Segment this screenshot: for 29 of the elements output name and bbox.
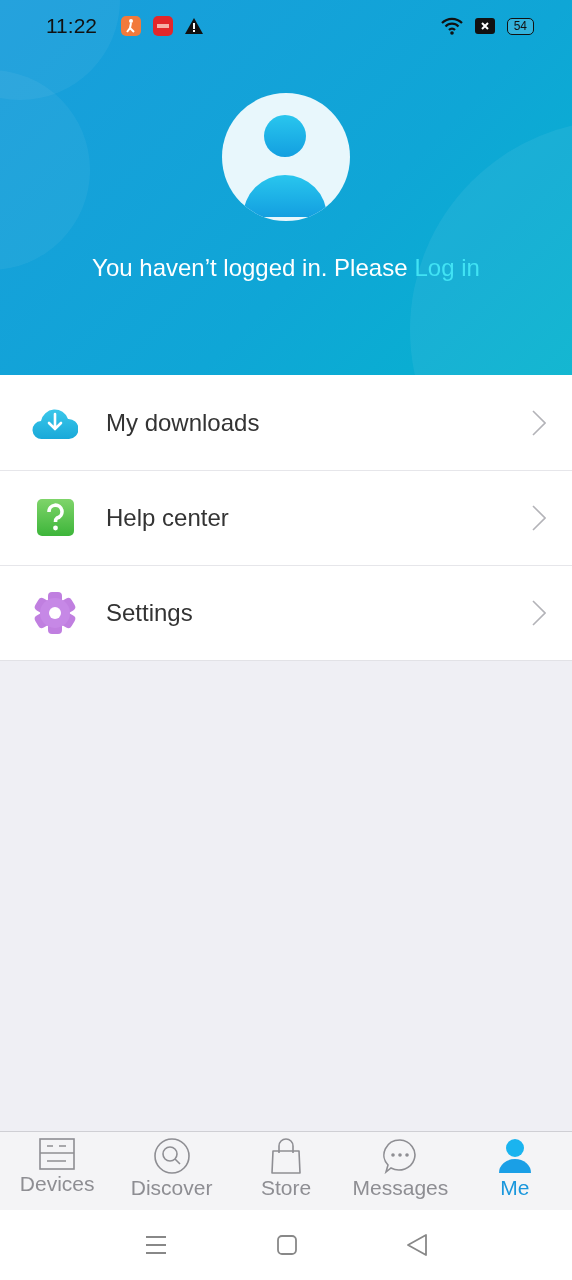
chat-bubble-icon: [382, 1138, 419, 1174]
battery-level: 54: [506, 17, 534, 35]
shopping-bag-icon: [270, 1138, 302, 1174]
gear-icon: [32, 592, 78, 634]
app-notification-icon: [153, 16, 173, 36]
warning-icon: [185, 18, 203, 34]
home-icon[interactable]: [277, 1235, 297, 1255]
person-icon: [497, 1138, 532, 1174]
back-icon[interactable]: [407, 1234, 427, 1256]
tab[interactable]: Messages: [343, 1132, 458, 1210]
tab[interactable]: Me: [457, 1132, 572, 1210]
search-icon: [153, 1138, 190, 1174]
status-time: 11:22: [46, 14, 97, 38]
menu-item[interactable]: My downloads: [0, 375, 572, 470]
wifi-icon: [440, 17, 463, 35]
tab[interactable]: Discover: [114, 1132, 229, 1210]
menu-item[interactable]: Help center: [0, 470, 572, 565]
avatar-icon: [221, 92, 351, 222]
tab[interactable]: Store: [228, 1132, 344, 1210]
tab[interactable]: Devices: [0, 1132, 115, 1210]
chevron-right-icon: [532, 409, 546, 436]
menu-icon[interactable]: [145, 1235, 167, 1255]
cabinet-icon: [39, 1138, 76, 1170]
no-sim-icon: [474, 18, 495, 34]
chevron-right-icon: [532, 600, 546, 626]
login-prompt: You haven’t logged in. Please: [92, 254, 408, 282]
chevron-right-icon: [532, 505, 546, 531]
menu-item[interactable]: Settings: [0, 565, 572, 660]
app-notification-icon: [121, 16, 141, 36]
